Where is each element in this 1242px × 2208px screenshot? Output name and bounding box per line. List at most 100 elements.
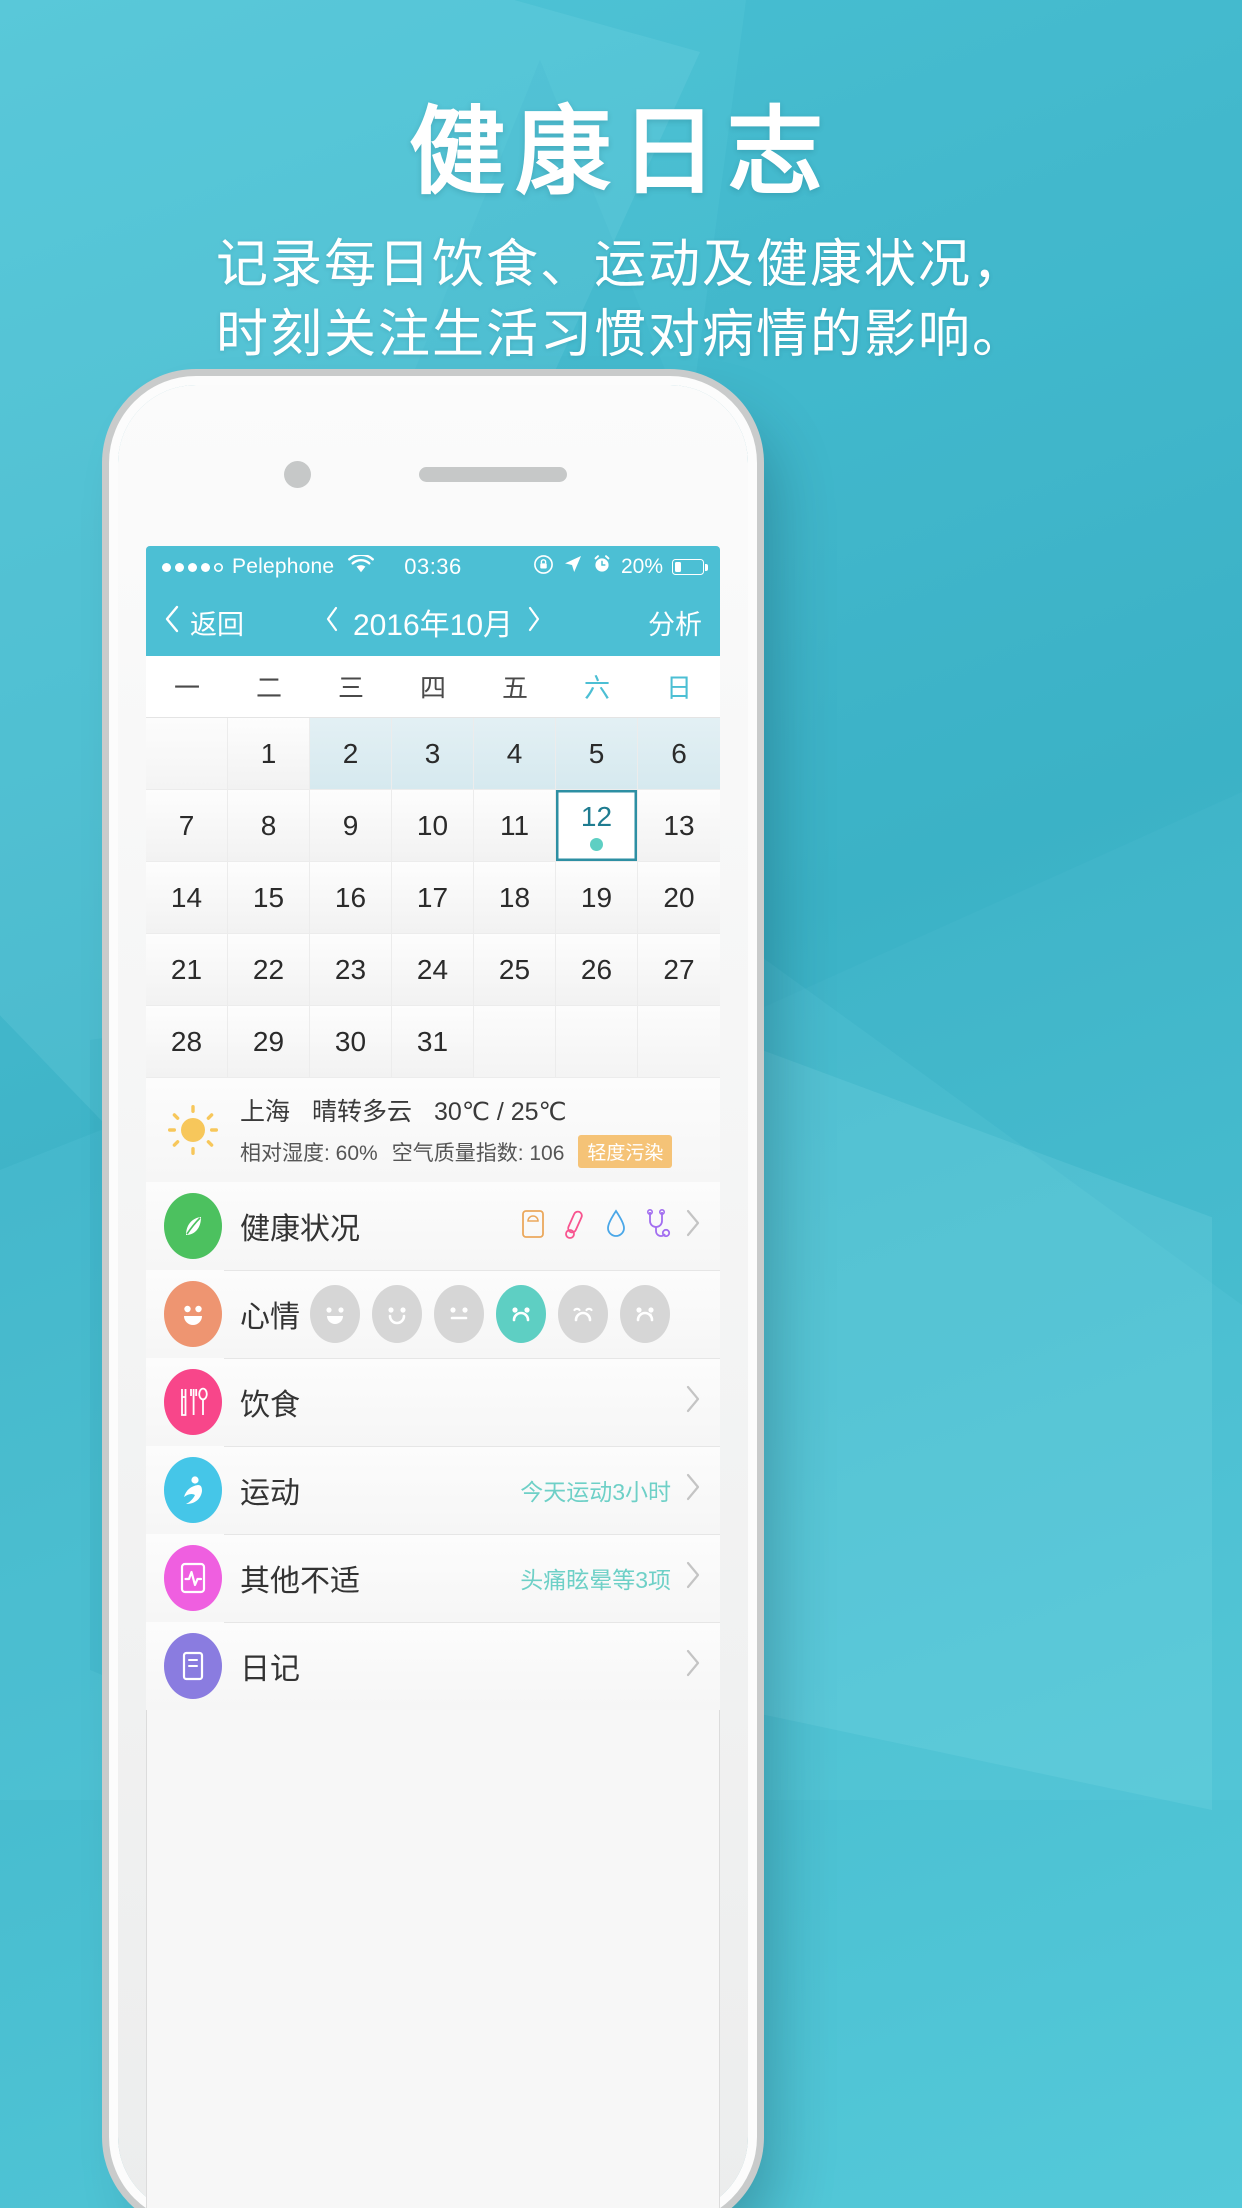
- aqi-status-badge: 轻度污染: [578, 1135, 673, 1168]
- calendar-day-cell[interactable]: 21: [146, 934, 228, 1006]
- list-item-diary[interactable]: 日记: [146, 1622, 720, 1710]
- stethoscope-icon[interactable]: [645, 1208, 671, 1244]
- mood-option-tear[interactable]: [620, 1285, 670, 1343]
- calendar-empty-cell: [474, 1006, 556, 1078]
- calendar-day-cell[interactable]: 23: [310, 934, 392, 1006]
- sun-cloud-icon: [164, 1097, 222, 1163]
- calendar-weekday: 六: [583, 673, 610, 703]
- calendar-day-cell[interactable]: 8: [228, 790, 310, 862]
- list-item-health[interactable]: 健康状况: [146, 1182, 720, 1270]
- calendar-weekday: 日: [665, 673, 692, 703]
- mood-option-laugh[interactable]: [310, 1285, 360, 1343]
- calendar-day-number: 9: [342, 809, 359, 841]
- battery-percent: 20%: [620, 555, 663, 578]
- chevron-right-icon: [685, 1472, 702, 1508]
- calendar-day-number: 28: [170, 1025, 203, 1057]
- calendar-day-cell[interactable]: 16: [310, 862, 392, 934]
- carrier-name: Pelephone: [232, 555, 335, 578]
- calendar-day-cell[interactable]: 9: [310, 790, 392, 862]
- chevron-right-icon: [685, 1560, 702, 1596]
- poster-copy: 健康日志 记录每日饮食、运动及健康状况， 时刻关注生活习惯对病情的影响。: [0, 0, 1242, 370]
- calendar-day-cell[interactable]: 1: [228, 718, 310, 790]
- pulse-monitor-icon: [164, 1545, 222, 1611]
- calendar: 一二三四五六日 1 2 3 4 5 6 7 8 9 10 11 12 13 14 15 16 17 18 19 20 2…: [146, 656, 720, 1078]
- list-item-diet[interactable]: 饮食: [146, 1358, 720, 1446]
- calendar-day-cell[interactable]: 6: [638, 718, 720, 790]
- calendar-day-cell[interactable]: 30: [310, 1006, 392, 1078]
- calendar-day-cell[interactable]: 18: [474, 862, 556, 934]
- list-item-label: 运动: [240, 1477, 300, 1510]
- calendar-day-number: 31: [416, 1025, 449, 1057]
- calendar-weekday: 一: [173, 673, 200, 703]
- list-item-exercise[interactable]: 运动 今天运动3小时: [146, 1446, 720, 1534]
- calendar-day-number: 13: [663, 809, 695, 841]
- list-item-mood[interactable]: 心情: [146, 1270, 720, 1358]
- list-item-discomfort[interactable]: 其他不适 头痛眩晕等3项: [146, 1534, 720, 1622]
- calendar-day-cell[interactable]: 29: [228, 1006, 310, 1078]
- phone-screen: Pelephone 03:36 20% 返回 2016年10月 分析 一 二 三…: [146, 546, 720, 2208]
- phone-mockup: Pelephone 03:36 20% 返回 2016年10月 分析 一 二 三…: [118, 385, 748, 2208]
- calendar-day-cell[interactable]: 10: [392, 790, 474, 862]
- cutlery-icon: [164, 1369, 222, 1435]
- calendar-day-number: 19: [580, 881, 613, 913]
- calendar-day-number: 25: [498, 953, 531, 985]
- next-month-button[interactable]: [527, 606, 541, 639]
- back-button[interactable]: 返回: [164, 603, 244, 642]
- prev-month-button[interactable]: [325, 606, 339, 639]
- calendar-day-cell[interactable]: 31: [392, 1006, 474, 1078]
- mood-option-cry[interactable]: [558, 1285, 608, 1343]
- list-item-label: 心情: [240, 1301, 300, 1334]
- water-drop-icon[interactable]: [605, 1208, 627, 1244]
- list-item-value: 今天运动3小时: [520, 1479, 671, 1505]
- calendar-day-cell[interactable]: 19: [556, 862, 638, 934]
- calendar-day-number: 16: [334, 881, 367, 913]
- calendar-day-cell[interactable]: 7: [146, 790, 228, 862]
- list-item-value: 头痛眩晕等3项: [520, 1567, 671, 1593]
- calendar-day-number: 18: [498, 881, 531, 913]
- calendar-day-number: 26: [580, 953, 613, 985]
- calendar-day-cell[interactable]: 17: [392, 862, 474, 934]
- weather-row[interactable]: 上海 晴转多云 30℃ / 25℃ 相对湿度: 60% 空气质量指数: 106 …: [146, 1078, 720, 1182]
- calendar-day-number: 12: [580, 800, 613, 832]
- mood-option-neutral[interactable]: [434, 1285, 484, 1343]
- back-button-label: 返回: [190, 609, 244, 640]
- leaf-icon: [164, 1193, 222, 1259]
- smiley-icon: [164, 1281, 222, 1347]
- calendar-weekday: 五: [501, 673, 528, 703]
- calendar-day-cell[interactable]: 13: [638, 790, 720, 862]
- list-item-label: 健康状况: [240, 1213, 360, 1246]
- calendar-day-cell[interactable]: 15: [228, 862, 310, 934]
- calendar-day-cell[interactable]: 24: [392, 934, 474, 1006]
- analysis-button[interactable]: 分析: [648, 603, 702, 642]
- calendar-day-cell[interactable]: 20: [638, 862, 720, 934]
- mood-option-sad[interactable]: [496, 1285, 546, 1343]
- calendar-day-cell[interactable]: 11: [474, 790, 556, 862]
- weather-condition: 晴转多云: [312, 1098, 413, 1126]
- rotation-lock-icon: [533, 554, 554, 581]
- calendar-day-number: 3: [424, 737, 441, 769]
- thermometer-icon[interactable]: [563, 1209, 587, 1244]
- calendar-day-cell[interactable]: 5: [556, 718, 638, 790]
- location-arrow-icon: [563, 554, 583, 580]
- calendar-day-cell[interactable]: 28: [146, 1006, 228, 1078]
- chevron-right-icon: [685, 1648, 702, 1684]
- calendar-day-cell[interactable]: 22: [228, 934, 310, 1006]
- calendar-day-cell[interactable]: 4: [474, 718, 556, 790]
- notebook-icon: [164, 1633, 222, 1699]
- battery-icon: [672, 559, 708, 575]
- calendar-day-cell[interactable]: 25: [474, 934, 556, 1006]
- calendar-day-cell[interactable]: 3: [392, 718, 474, 790]
- chevron-right-icon: [685, 1384, 702, 1420]
- calendar-day-number: 7: [178, 809, 195, 841]
- mood-option-smile[interactable]: [372, 1285, 422, 1343]
- chevron-right-icon: [685, 1208, 702, 1244]
- calendar-day-cell-selected[interactable]: 12: [556, 790, 638, 862]
- signal-strength-icon: [162, 562, 223, 572]
- navigation-bar: 返回 2016年10月 分析: [146, 588, 720, 656]
- calendar-day-number: 30: [334, 1025, 367, 1057]
- calendar-day-cell[interactable]: 26: [556, 934, 638, 1006]
- calendar-day-cell[interactable]: 14: [146, 862, 228, 934]
- calendar-day-cell[interactable]: 27: [638, 934, 720, 1006]
- weight-scale-icon[interactable]: [521, 1209, 545, 1244]
- calendar-day-cell[interactable]: 2: [310, 718, 392, 790]
